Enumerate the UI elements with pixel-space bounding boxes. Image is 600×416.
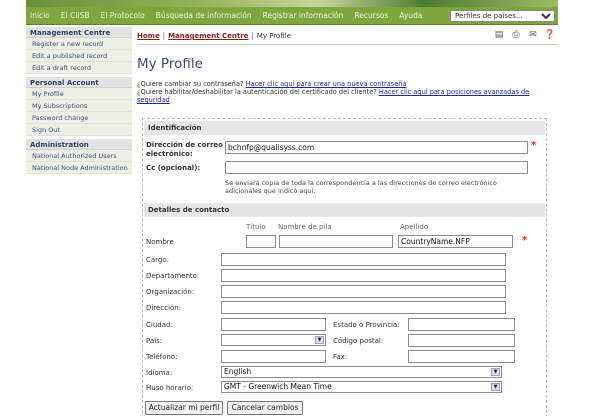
nav-inicio[interactable]: Inicio: [30, 11, 50, 20]
nombre-label: Nombre: [146, 238, 174, 246]
main-content: Home | Management Centre | My Profile ▤ ⎙ ✉ …: [137, 27, 558, 104]
new-password-link[interactable]: Hacer clic aquí para crear una nueva con…: [246, 80, 407, 88]
required-star: *: [531, 140, 537, 151]
direccion-field[interactable]: [221, 301, 506, 314]
sidebar-item-subscriptions[interactable]: My Subscriptions: [26, 100, 132, 112]
departamento-label: Departamento:: [146, 272, 200, 280]
sidebar-item-sign-out[interactable]: Sign Out: [26, 124, 132, 136]
telefono-label: Teléfono:: [146, 353, 178, 361]
password-note: ¿Quiere cambiar su contraseña? Hacer cli…: [137, 80, 407, 88]
pais-select[interactable]: ▼: [221, 334, 326, 346]
top-navigation: Inicio El CIISB El Protocolo Búsqueda de…: [26, 7, 558, 25]
nav-registrar[interactable]: Registrar información: [263, 11, 344, 20]
sidebar-item-register-record[interactable]: Register a new record: [26, 38, 132, 50]
direccion-label: Dirección:: [146, 304, 182, 312]
sidebar-item-authorized-users[interactable]: National Authorized Users: [26, 150, 132, 162]
pais-label: País:: [146, 337, 163, 345]
page-tools: ▤ ⎙ ✉ ❓: [493, 30, 556, 41]
required-star: *: [522, 235, 528, 246]
organizacion-label: Organización:: [146, 288, 195, 296]
chevron-down-icon: ▼: [491, 368, 500, 376]
breadcrumb-management[interactable]: Management Centre: [168, 32, 248, 40]
estado-field[interactable]: [408, 318, 515, 331]
estado-label: Estado o Provincia:: [333, 321, 400, 329]
update-profile-button[interactable]: Actualizar mi perfil: [145, 401, 223, 415]
huso-select[interactable]: GMT - Greenwich Mean Time ▼: [221, 381, 502, 393]
nav-ayuda[interactable]: Ayuda: [399, 11, 422, 20]
print-icon[interactable]: ⎙: [510, 30, 522, 41]
chevron-down-icon: ▼: [315, 336, 324, 344]
email-icon[interactable]: ✉: [527, 30, 539, 41]
first-name-field[interactable]: [279, 235, 393, 248]
header-banner: [26, 0, 558, 7]
breadcrumb-current: My Profile: [256, 32, 292, 40]
apellido-header: Apellido: [400, 223, 429, 231]
cargo-label: Cargo:: [146, 256, 170, 264]
sidebar-item-node-admin[interactable]: National Node Administration: [26, 162, 132, 174]
codigo-postal-field[interactable]: [408, 334, 515, 347]
sidebar-heading-admin: Administration: [26, 139, 132, 150]
profile-form: Identificación Dirección de correo elect…: [142, 118, 547, 416]
sidebar-item-password-change[interactable]: Password change: [26, 112, 132, 124]
sidebar-item-edit-draft[interactable]: Edit a draft record: [26, 62, 132, 74]
nombre-header: Nombre de pila: [278, 223, 332, 231]
email-field[interactable]: bchnfp@qualisyss.com: [225, 141, 528, 154]
breadcrumb-home[interactable]: Home: [137, 32, 160, 40]
titulo-header: Título: [246, 223, 266, 231]
ciudad-label: Ciudad:: [146, 321, 173, 329]
page-title: My Profile: [137, 56, 203, 72]
fax-field[interactable]: [408, 350, 515, 363]
cc-label: Cc (opcional):: [146, 164, 201, 172]
telefono-field[interactable]: [221, 350, 326, 363]
organizacion-field[interactable]: [221, 285, 506, 298]
nav-el-ciisb[interactable]: El CIISB: [61, 11, 90, 20]
chevron-down-icon: ▼: [491, 383, 500, 391]
print-preview-icon[interactable]: ▤: [493, 30, 505, 41]
cargo-field[interactable]: [221, 253, 506, 266]
section-identificacion: Identificación: [144, 121, 545, 135]
breadcrumb: Home | Management Centre | My Profile ▤ ⎙ ✉ …: [137, 27, 558, 45]
sidebar-heading-personal: Personal Account: [26, 77, 132, 88]
nav-busqueda[interactable]: Búsqueda de información: [156, 11, 252, 20]
country-profiles-select[interactable]: Perfiles de países...: [450, 10, 555, 22]
section-contacto: Detalles de contacto: [144, 203, 545, 217]
nav-recursos[interactable]: Recursos: [354, 11, 388, 20]
titulo-field[interactable]: [246, 235, 276, 248]
codigo-postal-label: Código postal:: [333, 337, 384, 345]
sidebar-item-edit-published[interactable]: Edit a published record: [26, 50, 132, 62]
cancel-changes-button[interactable]: Cancelar cambios: [227, 401, 303, 415]
last-name-field[interactable]: CountryName.NFP: [398, 235, 513, 248]
cc-field[interactable]: [225, 161, 528, 174]
ciudad-field[interactable]: [221, 318, 326, 331]
huso-label: Huso horario:: [146, 384, 194, 392]
certificate-note: ¿Quiere habilitar/deshabilitar la autent…: [137, 88, 530, 104]
sidebar-item-my-profile[interactable]: My Profile: [26, 88, 132, 100]
email-label: Dirección de correo electrónico:: [146, 141, 223, 158]
help-icon[interactable]: ❓: [544, 30, 556, 41]
sidebar-heading-management: Management Centre: [26, 27, 132, 38]
cc-hint: Se enviará copia de toda la corresponden…: [225, 179, 497, 195]
nav-el-protocolo[interactable]: El Protocolo: [101, 11, 145, 20]
idioma-label: Idioma:: [146, 369, 173, 377]
idioma-select[interactable]: English ▼: [221, 366, 502, 378]
sidebar: Management Centre Register a new record …: [26, 27, 132, 174]
departamento-field[interactable]: [221, 269, 506, 282]
fax-label: Fax:: [333, 353, 348, 361]
